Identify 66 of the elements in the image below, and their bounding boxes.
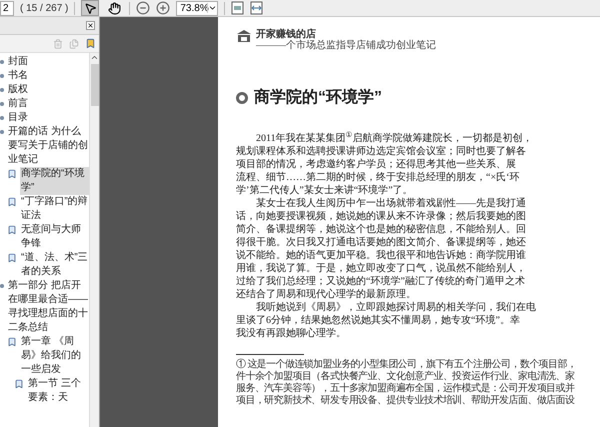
tool-button[interactable] xyxy=(81,0,100,16)
bookmark-item[interactable]: 版权 xyxy=(7,83,29,97)
bullet-icon xyxy=(0,130,4,134)
body-text-line: 学’第二代传人”某女士来讲“环境学”了。 xyxy=(236,184,414,197)
bullet-icon xyxy=(0,74,4,78)
body-text-line: 某女士在我人生阅历中乍一出场就带着戏剧性——先是我打通 xyxy=(255,197,527,210)
storefront-icon xyxy=(236,29,252,43)
bullet-icon xyxy=(0,102,4,106)
bookmark-item[interactable]: 第一部分 把店开在哪里最合适——寻找理想店面的十二条总结 xyxy=(7,279,89,335)
body-text-line: 项目部的情况，考虑邀约客户学员；还得思考其他一些关系、展 xyxy=(236,158,517,171)
pointer-icon xyxy=(84,2,97,14)
bookmark-item[interactable]: 第一节 三个要素：天 xyxy=(27,377,89,405)
running-head-subtitle: ———个市场总监指导店铺成功创业笔记 xyxy=(256,40,436,52)
body-text-line: 2011年我在某某集团$^{①}$启航商学院做筹建院长，一切都是初创， xyxy=(255,132,534,145)
zoom-in-button[interactable] xyxy=(156,1,170,15)
scrollbar[interactable] xyxy=(89,53,99,427)
body-text-line: 话，向她要授课视频，她说她的课从来不许录像；然后我要她的图 xyxy=(236,210,527,223)
fit-width-icon[interactable] xyxy=(250,1,264,15)
close-button[interactable] xyxy=(86,21,95,30)
dropdown-caret-icon xyxy=(207,3,218,13)
body-text-line: 说不能给。她的语气更加平稳。我也很平和地告诉她：商学院用谁 xyxy=(236,249,527,262)
bookmark-icon xyxy=(7,253,17,263)
body-text-line: 过给了我们总经理；又说她的“环境学”融汇了传统的奇门遁甲之术 xyxy=(236,275,526,288)
body-text-line: 我没有再跟她聊心理学。 xyxy=(236,327,347,340)
bullet-icon xyxy=(0,116,4,120)
bookmark-options-icon[interactable] xyxy=(85,38,96,49)
page-count: ( 15 / 267 ) xyxy=(20,2,68,16)
scroll-up-icon[interactable] xyxy=(90,53,99,62)
hand-icon xyxy=(108,2,121,14)
body-text-line: 得很干脆。次日我又打通电话要她的图文简介、备课提纲等，她还 xyxy=(236,236,527,249)
bookmark-icon xyxy=(7,225,17,235)
bookmark-icon xyxy=(7,337,17,347)
body-text-line: 规划课程体系和选聘授课讲师边选定宾馆会议室；同时也要了解各 xyxy=(236,145,527,158)
running-head-title: 开家赚钱的店 xyxy=(256,29,316,40)
footnote-line: 件十余个加盟项目（各式快餐产业、文化创意产业、投资运作行业、家电清洗、家 xyxy=(236,371,576,382)
bookmark-icon xyxy=(7,169,17,179)
footnote-line: 服务、汽车美容等），五十多家加盟商遍布全国，运作模式是：公司开发项目或并 xyxy=(236,383,576,394)
bookmark-item[interactable]: “道、法、术”三者的关系 xyxy=(20,251,89,279)
bookmark-item[interactable]: 封面 xyxy=(7,55,29,69)
body-text-line: 流程、细节……第二期的时候，终于安排总经理的朋友，“×氏‘环 xyxy=(236,171,520,184)
bookmark-item[interactable]: 第一章 《周易》给我们的一些启发 xyxy=(20,335,89,377)
body-text-line: 里谈了6分钟，结果她忽然说她其实不懂周易，她专攻“环境”。幸 xyxy=(236,314,521,327)
bookmark-item[interactable]: 书名 xyxy=(7,69,29,83)
page-number-field[interactable]: 2 xyxy=(0,0,14,16)
zoom-out-button[interactable] xyxy=(136,1,150,15)
footnote-line: ① 这是一个做连锁加盟业务的小型集团公司，旗下有五个注册公司，数个项目部， xyxy=(236,359,578,370)
bookmark-item[interactable]: 商学院的“环境学” xyxy=(20,167,89,195)
bookmark-item[interactable]: 无意间与大师争锋 xyxy=(20,223,89,251)
footnote-line: 项目，研究新技术、研发专用设备、提供专业技术培训、帮助开发店面、做店面设 xyxy=(236,395,576,407)
body-text-line: 简介、备课提纲等，她说这个也是她的秘密信息，不能给别人。回 xyxy=(236,223,527,236)
bullet-icon xyxy=(0,60,4,64)
scroll-thumb[interactable] xyxy=(90,64,98,106)
bookmark-item[interactable]: “丁字路口”的辩证法 xyxy=(20,195,89,223)
body-text-line: 我听她说到《周易》，立即跟她探讨周易的相关学问，我们在电 xyxy=(255,301,537,314)
bookmark-item[interactable]: 目录 xyxy=(7,111,29,125)
bookmark-item[interactable]: 前言 xyxy=(7,97,29,111)
bookmark-icon xyxy=(7,197,17,207)
body-text-line: 用谁，我说了算。于是，她立即改变了口气，说虽然不能给别人， xyxy=(236,262,527,275)
section-title: 商学院的“环境学” xyxy=(254,87,382,108)
body-text-line: 还结合了周易和现代心理学的最新原理。 xyxy=(236,288,417,301)
bookmark-item[interactable]: 开篇的话 为什么要写关于店铺的创业笔记 xyxy=(7,125,89,167)
bullet-icon xyxy=(0,284,4,288)
zoom-field[interactable]: 73.8% xyxy=(176,0,218,16)
fit-page-icon[interactable] xyxy=(231,1,244,15)
bookmark-icon xyxy=(14,379,24,389)
bullet-icon xyxy=(0,88,4,92)
